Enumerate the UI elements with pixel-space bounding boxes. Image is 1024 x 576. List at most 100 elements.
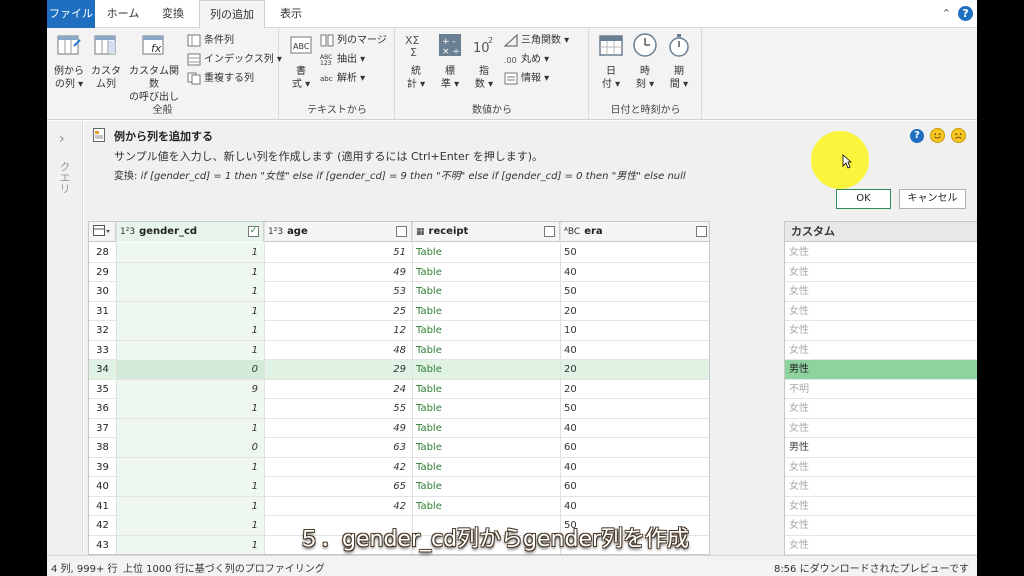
table-row[interactable]: 34 0 29 Table 20	[89, 360, 709, 380]
cell-age: 49	[393, 422, 406, 434]
custom-cell[interactable]: 女性	[785, 536, 977, 555]
cell-receipt[interactable]: Table	[412, 302, 560, 321]
table-row[interactable]: 32 1 12 Table 10	[89, 321, 709, 341]
rounding-label: 丸め ▾	[521, 54, 550, 65]
cell-age: 65	[393, 481, 406, 492]
tab-add-column[interactable]: 列の追加	[199, 0, 265, 29]
cell-era: 50	[564, 247, 577, 258]
cell-receipt[interactable]: Table	[412, 263, 560, 282]
column-header-receipt[interactable]: ▦ receipt	[412, 222, 560, 242]
custom-cell[interactable]: 女性	[785, 477, 977, 497]
table-row[interactable]: 28 1 51 Table 50	[89, 243, 709, 263]
custom-cell[interactable]: 女性	[785, 516, 977, 536]
cell-receipt[interactable]: Table	[412, 380, 560, 399]
custom-cell[interactable]: 男性	[785, 360, 977, 380]
table-row[interactable]: 37 1 49 Table 40	[89, 418, 709, 438]
extract-button[interactable]: ABC 123 抽出 ▾	[320, 51, 365, 69]
column-checkbox[interactable]	[544, 226, 555, 237]
tab-file[interactable]: ファイル	[47, 0, 95, 28]
cancel-button[interactable]: キャンセル	[899, 189, 966, 209]
panel-help-icon[interactable]: ?	[910, 129, 924, 143]
parse-button[interactable]: abc 解析 ▾	[320, 70, 365, 88]
duration-button[interactable]: 期 間 ▾	[664, 32, 694, 91]
cell-receipt[interactable]: Table	[412, 477, 560, 496]
tab-transform[interactable]: 変換	[151, 0, 195, 28]
cell-receipt[interactable]: Table	[412, 458, 560, 477]
standard-button[interactable]: + - × ÷ 標 準 ▾	[434, 32, 466, 91]
status-preview-time: 8:56 にダウンロードされたプレビューです	[773, 564, 969, 575]
format-button[interactable]: ABC 書 式 ▾	[284, 32, 318, 91]
index-column-button[interactable]: インデックス列 ▾	[187, 51, 282, 69]
table-menu-icon[interactable]	[89, 222, 116, 242]
table-row[interactable]: 39 1 42 Table 40	[89, 457, 709, 477]
row-number: 28	[96, 247, 109, 258]
cell-receipt[interactable]: Table	[412, 497, 560, 516]
cell-receipt[interactable]: Table	[412, 321, 560, 340]
conditional-column-button[interactable]: 条件列	[187, 32, 234, 50]
cell-era: 50	[564, 403, 577, 414]
cell-receipt[interactable]: Table	[412, 360, 560, 379]
custom-cell[interactable]: 女性	[785, 243, 977, 263]
custom-cell[interactable]: 女性	[785, 341, 977, 360]
duplicate-column-button[interactable]: 重複する列	[187, 70, 254, 88]
custom-cell[interactable]: 女性	[785, 419, 977, 438]
cell-receipt[interactable]: Table	[412, 243, 560, 262]
merge-columns-button[interactable]: 列のマージ	[320, 32, 387, 50]
custom-cell[interactable]: 女性	[785, 321, 977, 341]
expand-queries-icon[interactable]: ›	[59, 131, 65, 147]
tab-view[interactable]: 表示	[271, 0, 311, 28]
table-row[interactable]: 40 1 65 Table 60	[89, 477, 709, 497]
table-row[interactable]: 35 9 24 Table 20	[89, 379, 709, 399]
cell-era: 20	[564, 364, 577, 375]
table-row[interactable]: 38 0 63 Table 60	[89, 438, 709, 458]
column-header-age[interactable]: 1²3 age	[264, 222, 412, 242]
column-checkbox-checked[interactable]: ✓	[248, 226, 259, 237]
custom-cell[interactable]: 不明	[785, 380, 977, 399]
custom-cell[interactable]: 女性	[785, 263, 977, 282]
custom-cell[interactable]: 男性	[785, 438, 977, 458]
trigonometry-button[interactable]: 三角関数 ▾	[504, 32, 569, 50]
smile-icon[interactable]	[930, 128, 945, 143]
custom-column-header[interactable]: カスタム	[785, 222, 977, 242]
format-icon: ABC	[290, 36, 312, 54]
ok-button[interactable]: OK	[836, 189, 891, 209]
tab-home[interactable]: ホーム	[101, 0, 145, 28]
custom-cell[interactable]: 女性	[785, 458, 977, 477]
collapse-ribbon-icon[interactable]: ⌃	[942, 7, 951, 20]
cell-gender-cd: 1	[116, 282, 264, 301]
custom-cell[interactable]: 女性	[785, 282, 977, 302]
cell-receipt[interactable]: Table	[412, 341, 560, 360]
custom-cell[interactable]: 女性	[785, 302, 977, 321]
time-button[interactable]: 時 刻 ▾	[630, 32, 660, 91]
status-profiling[interactable]: 上位 1000 行に基づく列のプロファイリング	[123, 560, 325, 575]
custom-cell[interactable]: 女性	[785, 497, 977, 516]
cell-receipt[interactable]: Table	[412, 419, 560, 438]
cell-receipt[interactable]: Table	[412, 438, 560, 457]
frown-icon[interactable]	[951, 128, 966, 143]
scientific-button[interactable]: 10 2 指 数 ▾	[468, 32, 500, 91]
table-row[interactable]: 41 1 42 Table 40	[89, 496, 709, 516]
cell-receipt[interactable]: Table	[412, 399, 560, 418]
date-button[interactable]: 日 付 ▾	[596, 32, 626, 91]
table-row[interactable]: 29 1 49 Table 40	[89, 262, 709, 282]
column-from-example-button[interactable]: 例から の列 ▾	[51, 32, 87, 91]
table-row[interactable]: 31 1 25 Table 20	[89, 301, 709, 321]
custom-cell[interactable]: 女性	[785, 399, 977, 419]
statistics-button[interactable]: XΣ Σ 統 計 ▾	[400, 32, 432, 91]
cell-era: 50	[564, 286, 577, 297]
information-button[interactable]: 情報 ▾	[504, 70, 549, 88]
merge-columns-icon	[320, 34, 334, 46]
rounding-button[interactable]: .00 丸め ▾	[504, 51, 549, 69]
column-header-gender-cd[interactable]: 1²3 gender_cd ✓	[116, 222, 264, 242]
table-row[interactable]: 30 1 53 Table 50	[89, 282, 709, 302]
table-row[interactable]: 36 1 55 Table 50	[89, 399, 709, 419]
table-row[interactable]: 33 1 48 Table 40	[89, 340, 709, 360]
column-checkbox[interactable]	[696, 226, 707, 237]
clock-icon	[633, 33, 657, 57]
invoke-custom-function-button[interactable]: fx カスタム関数 の呼び出し	[125, 32, 183, 104]
custom-column-button[interactable]: カスタ ム列	[89, 32, 123, 91]
column-header-era[interactable]: ᴬBC era	[560, 222, 709, 242]
cell-receipt[interactable]: Table	[412, 282, 560, 301]
column-checkbox[interactable]	[396, 226, 407, 237]
help-icon[interactable]: ?	[958, 6, 973, 21]
